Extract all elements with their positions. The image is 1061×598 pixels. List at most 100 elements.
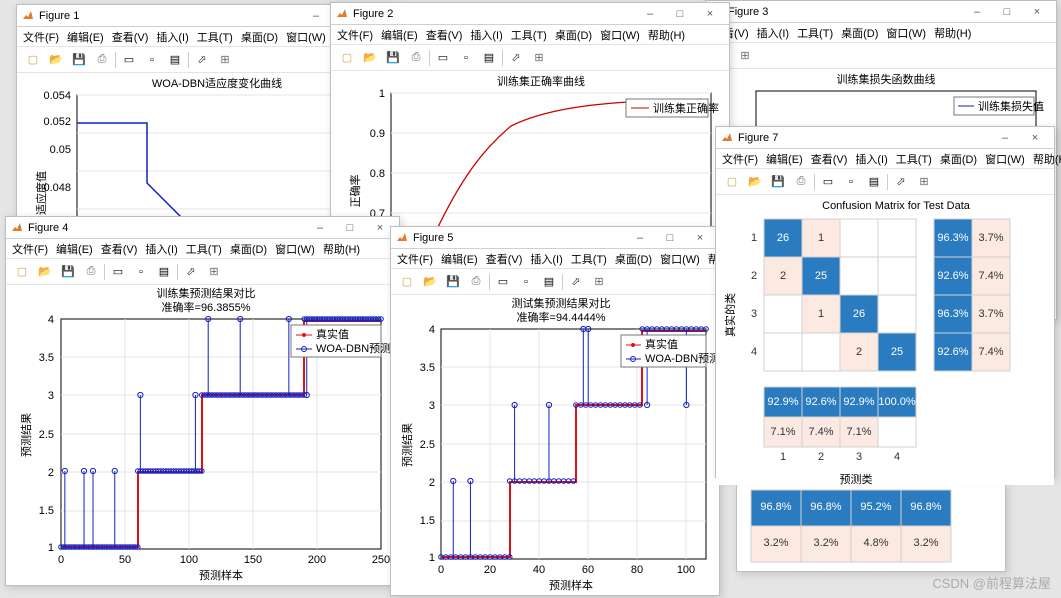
window-menu[interactable]: 窗口(W) — [660, 251, 700, 267]
link-icon[interactable]: ▭ — [119, 50, 139, 70]
file-menu[interactable]: 文件(F) — [337, 27, 373, 43]
tools-menu[interactable]: 工具(T) — [197, 29, 233, 45]
close-button[interactable]: × — [1022, 3, 1052, 21]
window-menu[interactable]: 窗口(W) — [886, 25, 926, 41]
link-icon[interactable]: ▭ — [108, 262, 128, 282]
cursor-icon[interactable]: ⬀ — [566, 272, 586, 292]
file-menu[interactable]: 文件(F) — [722, 151, 758, 167]
help-menu[interactable]: 帮助(H) — [323, 241, 360, 257]
tools-menu[interactable]: 工具(T) — [896, 151, 932, 167]
pan-icon[interactable]: ▫ — [131, 262, 151, 282]
open-icon[interactable]: 📂 — [46, 50, 66, 70]
view-menu[interactable]: 查看(V) — [112, 29, 149, 45]
maximize-button[interactable]: □ — [655, 229, 685, 247]
tools-menu[interactable]: 工具(T) — [571, 251, 607, 267]
text-icon[interactable]: ⊞ — [215, 50, 235, 70]
tools-menu[interactable]: 工具(T) — [797, 25, 833, 41]
insert-menu[interactable]: 插入(I) — [757, 25, 789, 41]
window-menu[interactable]: 窗口(W) — [600, 27, 640, 43]
print-icon[interactable]: ⎙ — [81, 262, 101, 282]
print-icon[interactable]: ⎙ — [466, 272, 486, 292]
link-icon[interactable]: ▭ — [493, 272, 513, 292]
figure3-titlebar[interactable]: Figure 3 – □ × — [706, 1, 1056, 23]
desktop-menu[interactable]: 桌面(D) — [940, 151, 977, 167]
minimize-button[interactable]: – — [990, 129, 1020, 147]
new-icon[interactable]: ▢ — [722, 172, 742, 192]
maximize-button[interactable]: □ — [665, 5, 695, 23]
view-menu[interactable]: 查看(V) — [486, 251, 523, 267]
window-menu[interactable]: 窗口(W) — [985, 151, 1025, 167]
link-icon[interactable]: ▭ — [433, 48, 453, 68]
open-icon[interactable]: 📂 — [360, 48, 380, 68]
new-icon[interactable]: ▢ — [23, 50, 43, 70]
save-icon[interactable]: 💾 — [58, 262, 78, 282]
help-menu[interactable]: 帮助(H) — [934, 25, 971, 41]
file-menu[interactable]: 文件(F) — [12, 241, 48, 257]
print-icon[interactable]: ⎙ — [791, 172, 811, 192]
cursor-icon[interactable]: ⬀ — [192, 50, 212, 70]
help-menu[interactable]: 帮助(H) — [1033, 151, 1061, 167]
save-icon[interactable]: 💾 — [443, 272, 463, 292]
edit-menu[interactable]: 编辑(E) — [766, 151, 803, 167]
view-menu[interactable]: 查看(V) — [426, 27, 463, 43]
figure5-titlebar[interactable]: Figure 5 – □ × — [391, 227, 719, 249]
desktop-menu[interactable]: 桌面(D) — [555, 27, 592, 43]
minimize-button[interactable]: – — [625, 229, 655, 247]
minimize-button[interactable]: – — [635, 5, 665, 23]
insert-menu[interactable]: 插入(I) — [156, 29, 188, 45]
figure2-titlebar[interactable]: Figure 2 – □ × — [331, 3, 729, 25]
pan-icon[interactable]: ▫ — [456, 48, 476, 68]
tools-menu[interactable]: 工具(T) — [511, 27, 547, 43]
new-icon[interactable]: ▢ — [397, 272, 417, 292]
new-icon[interactable]: ▢ — [12, 262, 32, 282]
pan-icon[interactable]: ▫ — [841, 172, 861, 192]
window-menu[interactable]: 窗口(W) — [275, 241, 315, 257]
text-icon[interactable]: ⊞ — [914, 172, 934, 192]
view-menu[interactable]: 查看(V) — [101, 241, 138, 257]
insert-menu[interactable]: 插入(I) — [530, 251, 562, 267]
save-icon[interactable]: 💾 — [69, 50, 89, 70]
minimize-button[interactable]: – — [301, 7, 331, 25]
edit-menu[interactable]: 编辑(E) — [56, 241, 93, 257]
rotate-icon[interactable]: ▤ — [864, 172, 884, 192]
rotate-icon[interactable]: ▤ — [539, 272, 559, 292]
print-icon[interactable]: ⎙ — [92, 50, 112, 70]
edit-menu[interactable]: 编辑(E) — [381, 27, 418, 43]
close-button[interactable]: × — [695, 5, 725, 23]
new-icon[interactable]: ▢ — [337, 48, 357, 68]
edit-menu[interactable]: 编辑(E) — [67, 29, 104, 45]
pan-icon[interactable]: ▫ — [516, 272, 536, 292]
print-icon[interactable]: ⎙ — [406, 48, 426, 68]
close-button[interactable]: × — [1020, 129, 1050, 147]
minimize-button[interactable]: – — [305, 219, 335, 237]
rotate-icon[interactable]: ▤ — [165, 50, 185, 70]
close-button[interactable]: × — [685, 229, 715, 247]
save-icon[interactable]: 💾 — [768, 172, 788, 192]
minimize-button[interactable]: – — [962, 3, 992, 21]
edit-menu[interactable]: 编辑(E) — [441, 251, 478, 267]
text-icon[interactable]: ⊞ — [735, 46, 755, 66]
text-icon[interactable]: ⊞ — [529, 48, 549, 68]
open-icon[interactable]: 📂 — [35, 262, 55, 282]
insert-menu[interactable]: 插入(I) — [145, 241, 177, 257]
tools-menu[interactable]: 工具(T) — [186, 241, 222, 257]
cursor-icon[interactable]: ⬀ — [181, 262, 201, 282]
maximize-button[interactable]: □ — [992, 3, 1022, 21]
open-icon[interactable]: 📂 — [420, 272, 440, 292]
view-menu[interactable]: 查看(V) — [811, 151, 848, 167]
open-icon[interactable]: 📂 — [745, 172, 765, 192]
file-menu[interactable]: 文件(F) — [23, 29, 59, 45]
file-menu[interactable]: 文件(F) — [397, 251, 433, 267]
help-menu[interactable]: 帮助(H) — [648, 27, 685, 43]
insert-menu[interactable]: 插入(I) — [855, 151, 887, 167]
rotate-icon[interactable]: ▤ — [479, 48, 499, 68]
maximize-button[interactable]: □ — [335, 219, 365, 237]
text-icon[interactable]: ⊞ — [589, 272, 609, 292]
desktop-menu[interactable]: 桌面(D) — [230, 241, 267, 257]
desktop-menu[interactable]: 桌面(D) — [615, 251, 652, 267]
figure4-titlebar[interactable]: Figure 4 – □ × — [6, 217, 399, 239]
save-icon[interactable]: 💾 — [383, 48, 403, 68]
desktop-menu[interactable]: 桌面(D) — [241, 29, 278, 45]
cursor-icon[interactable]: ⬀ — [506, 48, 526, 68]
pan-icon[interactable]: ▫ — [142, 50, 162, 70]
